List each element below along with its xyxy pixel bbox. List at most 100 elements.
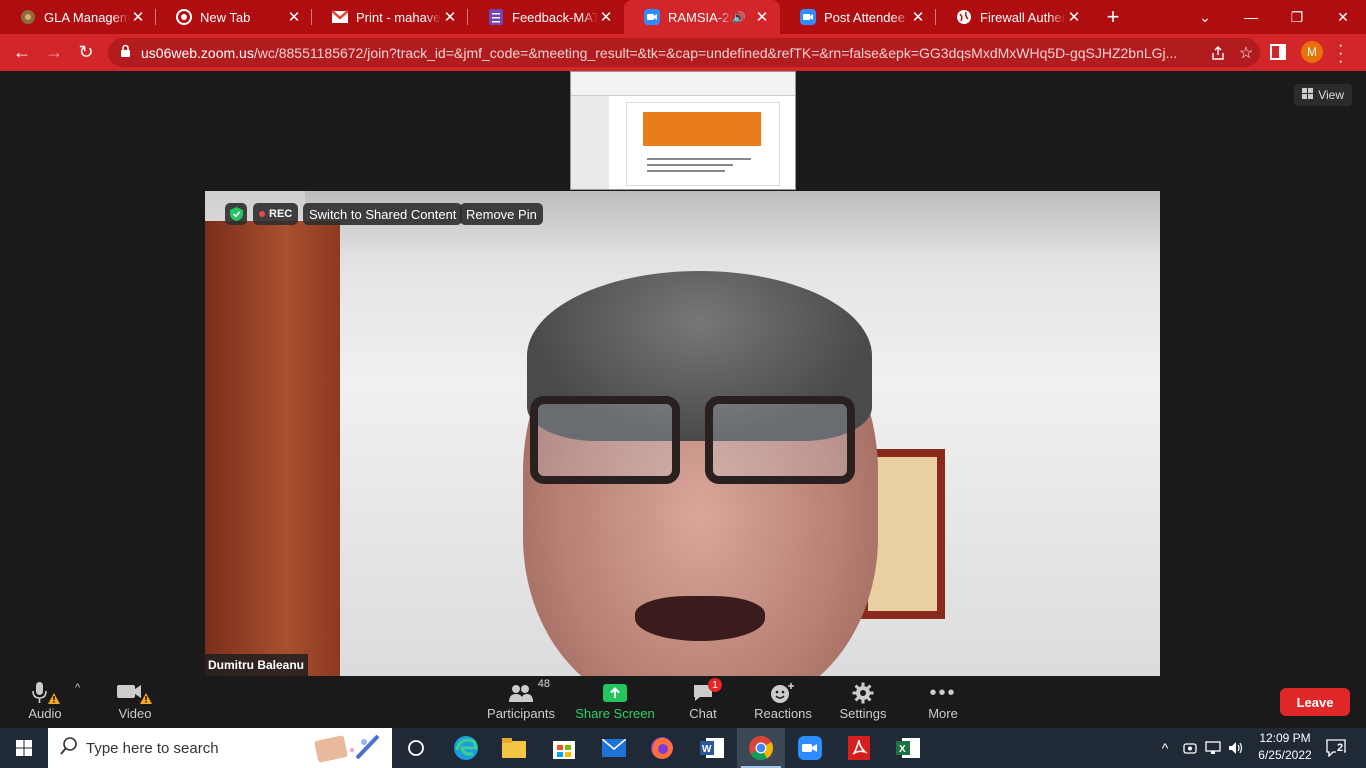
tab-title: RAMSIA-2022 — [668, 9, 732, 25]
search-placeholder: Type here to search — [86, 739, 219, 757]
more-button[interactable]: ••• More — [903, 680, 983, 726]
tab-gmail-print[interactable]: Print - mahaveer ✕ — [312, 0, 468, 34]
audio-button[interactable]: Audio — [5, 680, 85, 726]
participants-button[interactable]: 48 Participants — [481, 678, 561, 726]
tab-title: GLA Management — [44, 9, 130, 25]
task-view-icon[interactable] — [392, 728, 440, 768]
share-screen-button[interactable]: Share Screen — [574, 680, 656, 726]
rec-dot-icon — [259, 211, 265, 217]
tab-new-tab[interactable]: New Tab ✕ — [156, 0, 312, 34]
glasses-lens-left — [530, 396, 680, 484]
forward-arrow-icon[interactable]: → — [38, 37, 70, 69]
network-icon[interactable] — [1202, 728, 1224, 768]
audio-options-caret-icon[interactable]: ^ — [75, 682, 80, 694]
settings-label: Settings — [839, 706, 887, 721]
bookmark-star-icon[interactable]: ☆ — [1232, 43, 1260, 63]
minimize-icon[interactable]: — — [1228, 0, 1274, 34]
zoom-taskbar-icon[interactable] — [786, 728, 834, 768]
windows-taskbar: Type here to search W X ^ 12:09 PM 6/25/… — [0, 728, 1366, 768]
file-explorer-icon[interactable] — [490, 728, 538, 768]
view-button[interactable]: View — [1294, 84, 1352, 106]
glasses-lens-right — [705, 396, 855, 484]
new-tab-button[interactable]: + — [1096, 0, 1130, 34]
browser-tab-strip: GLA Management ✕ New Tab ✕ Print - mahav… — [0, 0, 1366, 34]
edge-icon[interactable] — [442, 728, 490, 768]
tab-gla-management[interactable]: GLA Management ✕ — [0, 0, 156, 34]
tab-search-chevron-icon[interactable]: ⌄ — [1182, 0, 1228, 34]
windows-start-icon[interactable] — [0, 728, 48, 768]
back-arrow-icon[interactable]: ← — [6, 37, 38, 69]
meet-now-icon[interactable] — [1180, 728, 1200, 768]
tab-post-attendee[interactable]: Post Attendee - Zoom ✕ — [780, 0, 936, 34]
remove-pin-button[interactable]: Remove Pin — [460, 203, 543, 225]
share-icon[interactable] — [1204, 45, 1232, 60]
excel-icon[interactable]: X — [884, 728, 932, 768]
acrobat-icon[interactable] — [835, 728, 883, 768]
chat-unread-badge: 1 — [708, 678, 722, 692]
mail-icon[interactable] — [590, 728, 638, 768]
close-icon[interactable]: ✕ — [442, 9, 458, 26]
video-door — [205, 221, 340, 676]
close-icon[interactable]: ✕ — [598, 9, 614, 26]
ellipsis-icon: ••• — [929, 681, 957, 704]
volume-icon[interactable] — [1226, 728, 1246, 768]
close-icon[interactable]: ✕ — [1066, 9, 1082, 26]
close-icon[interactable]: ✕ — [754, 9, 770, 26]
recording-indicator[interactable]: REC — [253, 203, 299, 225]
speaker-icon[interactable]: 🔊 — [732, 11, 746, 24]
taskbar-search-box[interactable]: Type here to search — [48, 728, 392, 768]
shared-content-thumbnail[interactable] — [570, 71, 796, 190]
search-icon — [60, 737, 78, 759]
search-highlight-icon — [312, 732, 384, 768]
browser-menu-icon[interactable]: · · · — [1338, 38, 1343, 70]
tab-title: New Tab — [200, 9, 251, 25]
close-icon[interactable]: ✕ — [130, 9, 146, 26]
chrome-taskbar-icon[interactable] — [737, 728, 785, 768]
participants-count: 48 — [537, 678, 550, 690]
speaker-video[interactable]: REC Switch to Shared Content Remove Pin … — [205, 191, 1160, 676]
window-close-icon[interactable]: ✕ — [1320, 0, 1366, 34]
restore-icon[interactable]: ❐ — [1274, 0, 1320, 34]
reload-icon[interactable]: ↻ — [70, 37, 102, 69]
side-panel-icon[interactable] — [1270, 44, 1286, 60]
participants-label: Participants — [487, 706, 555, 721]
audio-label: Audio — [28, 706, 62, 721]
notification-center-icon[interactable]: 2 — [1322, 728, 1350, 768]
leave-button[interactable]: Leave — [1280, 688, 1350, 716]
zoom-icon — [644, 9, 660, 25]
word-icon[interactable]: W — [688, 728, 736, 768]
clock-time: 12:09 PM — [1259, 731, 1311, 745]
meeting-stage: View REC Switch to Shared Content Remove… — [0, 71, 1366, 676]
video-camera-warning-icon — [115, 680, 155, 706]
taskbar-clock[interactable]: 12:09 PM 6/25/2022 — [1246, 730, 1324, 766]
address-bar[interactable]: us06web.zoom.us/wc/88551185672/join?trac… — [108, 38, 1260, 67]
svg-text:W: W — [702, 744, 712, 755]
settings-button[interactable]: Settings — [823, 680, 903, 726]
chat-button[interactable]: 1 Chat — [663, 678, 743, 726]
encryption-shield-icon[interactable] — [225, 203, 247, 225]
zoom-meeting-toolbar: Audio ^ Video 48 Participants Share Scre… — [0, 676, 1366, 728]
firefox-icon[interactable] — [638, 728, 686, 768]
tab-title: Post Attendee - Zoom — [824, 9, 910, 25]
tab-feedback-matlab[interactable]: Feedback-MATLAB ✕ — [468, 0, 624, 34]
thumbnail-ribbon — [571, 72, 795, 96]
video-button[interactable]: Video — [95, 680, 175, 726]
tab-firewall-auth[interactable]: Firewall Authentication ✕ — [936, 0, 1092, 34]
thumbnail-slide-list — [571, 96, 609, 189]
share-screen-label: Share Screen — [575, 706, 655, 721]
tab-ramsia[interactable]: RAMSIA-2022 🔊 ✕ — [624, 0, 780, 34]
close-icon[interactable]: ✕ — [286, 9, 302, 26]
browser-toolbar: ← → ↻ us06web.zoom.us/wc/88551185672/joi… — [0, 34, 1366, 71]
url-text[interactable]: us06web.zoom.us/wc/88551185672/join?trac… — [141, 45, 1204, 61]
reactions-button[interactable]: Reactions — [743, 680, 823, 726]
profile-avatar[interactable]: M — [1301, 41, 1323, 63]
chat-bubble-icon: 1 — [692, 678, 722, 706]
show-hidden-icons-chevron-icon[interactable]: ^ — [1154, 728, 1176, 768]
microsoft-store-icon[interactable] — [540, 728, 588, 768]
close-icon[interactable]: ✕ — [910, 9, 926, 26]
lock-icon[interactable] — [120, 44, 131, 61]
gla-favicon-icon — [20, 9, 36, 25]
switch-to-shared-content-button[interactable]: Switch to Shared Content — [303, 203, 463, 225]
url-host: us06web.zoom.us — [141, 44, 254, 61]
share-screen-icon — [603, 680, 627, 706]
